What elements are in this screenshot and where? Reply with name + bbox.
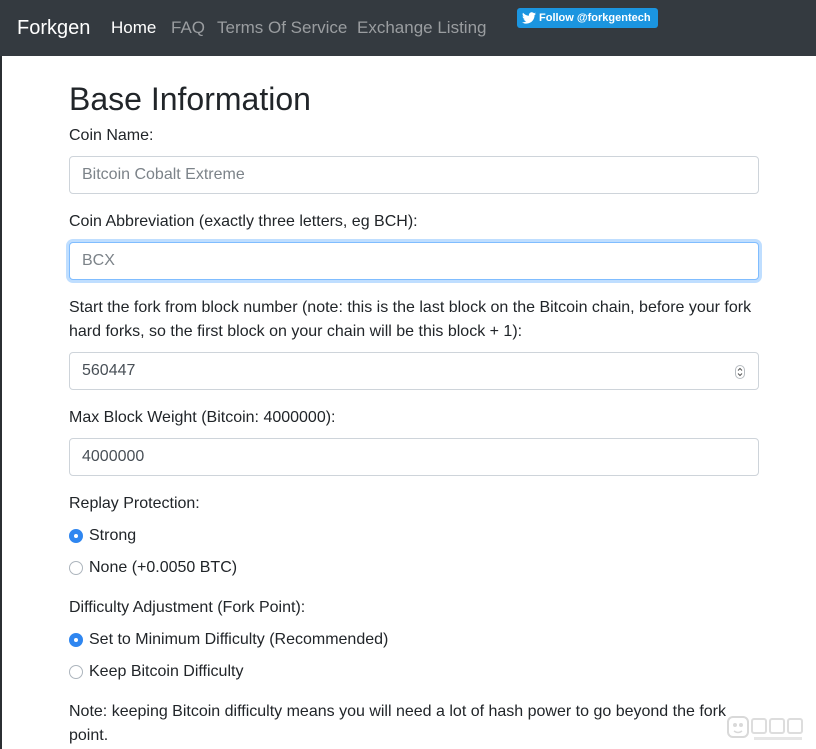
nav-terms-of-service[interactable]: Terms Of Service	[217, 17, 347, 39]
nav-exchange-listing[interactable]: Exchange Listing	[357, 17, 486, 39]
difficulty-note: Note: keeping Bitcoin difficulty means y…	[69, 703, 726, 744]
radio-replay-none-label: None (+0.0050 BTC)	[89, 559, 238, 576]
brand-logo[interactable]: Forkgen	[17, 15, 90, 41]
page-title: Base Information	[69, 81, 311, 117]
max-block-weight-value: 4000000	[82, 448, 145, 465]
fork-block-input[interactable]: 560447	[69, 352, 759, 390]
nav-faq[interactable]: FAQ	[171, 17, 205, 39]
number-spinner-icon[interactable]	[735, 365, 745, 379]
watermark-logo-icon	[727, 716, 803, 740]
coin-name-input[interactable]	[69, 156, 759, 194]
radio-difficulty-minimum[interactable]: Set to Minimum Difficulty (Recommended)	[69, 628, 388, 652]
coin-name-label: Coin Name:	[69, 127, 154, 144]
fork-block-label: Start the fork from block number (note: …	[69, 299, 752, 340]
radio-replay-none[interactable]: None (+0.0050 BTC)	[69, 556, 237, 580]
radio-difficulty-keep-bitcoin[interactable]: Keep Bitcoin Difficulty	[69, 660, 243, 684]
coin-abbreviation-label: Coin Abbreviation (exactly three letters…	[69, 213, 418, 230]
twitter-follow-label: Follow @forkgentech	[539, 12, 651, 24]
radio-difficulty-keep-bitcoin-label: Keep Bitcoin Difficulty	[89, 663, 244, 680]
twitter-bird-icon	[522, 12, 536, 24]
nav-home[interactable]: Home	[111, 17, 156, 39]
radio-checked-icon[interactable]	[69, 529, 83, 543]
fork-block-value: 560447	[82, 362, 136, 379]
twitter-follow-button[interactable]: Follow @forkgentech	[517, 8, 658, 28]
difficulty-adjustment-label: Difficulty Adjustment (Fork Point):	[69, 599, 306, 616]
window-edge	[0, 56, 2, 749]
radio-unchecked-icon[interactable]	[69, 561, 83, 575]
coin-abbreviation-input[interactable]	[69, 242, 759, 280]
max-block-weight-label: Max Block Weight (Bitcoin: 4000000):	[69, 409, 336, 426]
max-block-weight-input[interactable]: 4000000	[69, 438, 759, 476]
radio-checked-icon[interactable]	[69, 633, 83, 647]
replay-protection-label: Replay Protection:	[69, 495, 200, 512]
radio-difficulty-minimum-label: Set to Minimum Difficulty (Recommended)	[89, 631, 389, 648]
navbar: Forkgen Home FAQ Terms Of Service Exchan…	[0, 0, 816, 56]
radio-unchecked-icon[interactable]	[69, 665, 83, 679]
radio-replay-strong[interactable]: Strong	[69, 524, 136, 548]
radio-replay-strong-label: Strong	[89, 527, 137, 544]
